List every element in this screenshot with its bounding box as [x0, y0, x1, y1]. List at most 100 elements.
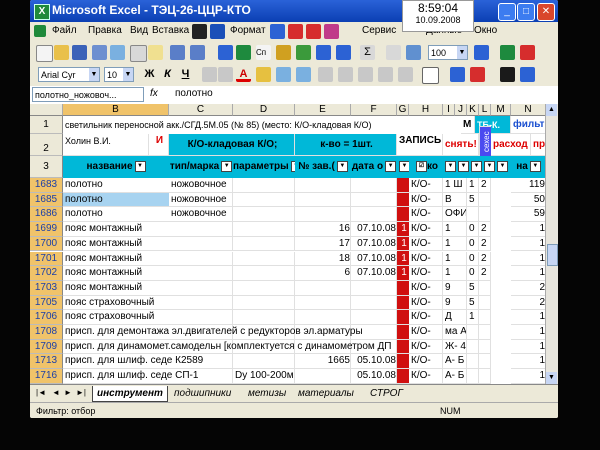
- cell-k[interactable]: 2: [479, 178, 491, 193]
- cell-e[interactable]: [295, 178, 351, 193]
- row-header[interactable]: 1703: [30, 280, 63, 296]
- align-center-icon[interactable]: [218, 67, 233, 82]
- vertical-scrollbar[interactable]: ▲ ▼: [545, 104, 558, 384]
- addin-icon-3[interactable]: [270, 24, 285, 39]
- filter-arrow-icon[interactable]: ▼: [445, 160, 456, 172]
- formula-input[interactable]: полотно: [175, 88, 213, 99]
- cell-e[interactable]: 1665: [295, 354, 351, 370]
- sort-icon[interactable]: [386, 45, 401, 60]
- open-icon[interactable]: [54, 45, 69, 60]
- cell-i[interactable]: В: [443, 192, 467, 208]
- header-date[interactable]: дата о ▼: [351, 156, 397, 178]
- close-button[interactable]: ✕: [537, 3, 555, 21]
- cell-n[interactable]: 1: [511, 266, 546, 281]
- col-header-c[interactable]: C: [169, 104, 233, 116]
- cell-j[interactable]: [467, 207, 479, 223]
- cell-f[interactable]: [351, 295, 397, 311]
- cell-b[interactable]: пояс монтажный: [63, 222, 169, 237]
- cell-b[interactable]: пояс монтажный: [63, 281, 169, 296]
- cell-n[interactable]: 1: [511, 310, 546, 325]
- cell-h[interactable]: К/О-: [409, 178, 443, 193]
- cell-g[interactable]: [397, 178, 409, 193]
- row1-info-text[interactable]: светильник переносной акк./СГД.5М.05 (№ …: [63, 116, 461, 134]
- underline-button[interactable]: Ч: [178, 67, 193, 82]
- zoom-out-icon[interactable]: [296, 67, 311, 82]
- row-header[interactable]: 1683: [30, 178, 63, 193]
- cell-c[interactable]: [169, 295, 233, 311]
- prev-sheet-icon[interactable]: ◄: [52, 388, 60, 397]
- chart-icon[interactable]: [406, 45, 421, 60]
- cell-h[interactable]: К/О-: [409, 354, 443, 370]
- cell-g[interactable]: 1: [397, 266, 409, 281]
- fill-color-icon[interactable]: [256, 67, 271, 82]
- col-header-d[interactable]: D: [233, 104, 295, 116]
- location-banner[interactable]: К/О-кладовая К/О;: [169, 134, 295, 156]
- align-left-icon[interactable]: [202, 67, 217, 82]
- cell-j[interactable]: 0: [467, 251, 479, 267]
- font-select[interactable]: Arial Cyr ▼: [38, 67, 100, 82]
- rashod-button[interactable]: расход: [491, 134, 531, 156]
- cell-j[interactable]: 5: [467, 192, 479, 208]
- cell-k[interactable]: 2: [479, 266, 491, 281]
- cell-h[interactable]: К/О-: [409, 222, 443, 237]
- cell-k[interactable]: 2: [479, 222, 491, 237]
- cell-g[interactable]: [397, 193, 409, 208]
- cell-d[interactable]: [233, 266, 295, 281]
- menu-edit[interactable]: Правка: [88, 25, 122, 36]
- percent-icon[interactable]: [398, 67, 413, 82]
- col-header-b[interactable]: B: [63, 104, 169, 116]
- row-header[interactable]: 1708: [30, 325, 63, 340]
- cell-n[interactable]: 1: [511, 236, 546, 252]
- menu-window[interactable]: Окно: [474, 25, 497, 36]
- cell-f[interactable]: 07.10.08: [351, 251, 397, 267]
- cell-h[interactable]: К/О-: [409, 295, 443, 311]
- cell-d[interactable]: [233, 280, 295, 296]
- cell-n[interactable]: 2: [511, 295, 546, 311]
- cell-g[interactable]: 1: [397, 252, 409, 267]
- cell-g[interactable]: [397, 296, 409, 311]
- cell-n[interactable]: 50: [511, 192, 546, 208]
- row-header[interactable]: 1701: [30, 251, 63, 267]
- cell-i[interactable]: 1: [443, 251, 467, 267]
- row2-i-marker[interactable]: И: [149, 134, 169, 156]
- cell-c[interactable]: [169, 251, 233, 267]
- row2-user-name[interactable]: Холин В.И.: [63, 134, 149, 156]
- addin-icon-4[interactable]: [288, 24, 303, 39]
- cell-g[interactable]: [397, 325, 409, 340]
- col-header-g[interactable]: G: [397, 104, 409, 116]
- cell-j[interactable]: 0: [467, 266, 479, 281]
- cell-k[interactable]: [479, 325, 491, 340]
- row-header[interactable]: 1705: [30, 295, 63, 311]
- indent-icon[interactable]: [318, 67, 333, 82]
- sp-button[interactable]: Сп: [256, 45, 271, 60]
- row-header[interactable]: 1713: [30, 354, 63, 370]
- cell-f[interactable]: 07.10.08: [351, 236, 397, 252]
- cell-g[interactable]: [397, 369, 409, 384]
- cell-e[interactable]: [295, 310, 351, 325]
- paste-icon[interactable]: [148, 45, 163, 60]
- tab-materials[interactable]: материалы: [294, 386, 358, 401]
- hyperlink-icon[interactable]: [218, 45, 233, 60]
- addin-icon-7[interactable]: [500, 45, 515, 60]
- row-header[interactable]: 1716: [30, 369, 63, 384]
- col-header-l[interactable]: L: [479, 104, 491, 116]
- cell-n[interactable]: 1: [511, 354, 546, 370]
- cell-i[interactable]: ОФИС: [443, 207, 467, 223]
- scroll-thumb[interactable]: [547, 244, 558, 266]
- filter-arrow-icon[interactable]: ▼: [471, 160, 482, 172]
- cell-d[interactable]: [233, 222, 295, 237]
- filter-arrow-icon[interactable]: ▼: [458, 160, 469, 172]
- name-box[interactable]: полотно_ножовоч...: [32, 87, 144, 102]
- quantity-banner[interactable]: к-во = 1шт.: [295, 134, 397, 156]
- row1-m[interactable]: М: [461, 116, 475, 134]
- redo-icon[interactable]: [190, 45, 205, 60]
- cell-c[interactable]: ножовочное: [169, 178, 233, 193]
- maximize-button[interactable]: □: [517, 3, 535, 21]
- addin-icon-5[interactable]: [306, 24, 321, 39]
- col-header-e[interactable]: E: [295, 104, 351, 116]
- cell-c[interactable]: [169, 266, 233, 281]
- cell-j[interactable]: 0: [467, 222, 479, 237]
- check-icon[interactable]: [296, 45, 311, 60]
- header-ijkl[interactable]: ▼ ▼ ▼ ▼ ▼: [443, 156, 511, 178]
- checkbox-icon[interactable]: ☑: [416, 160, 427, 172]
